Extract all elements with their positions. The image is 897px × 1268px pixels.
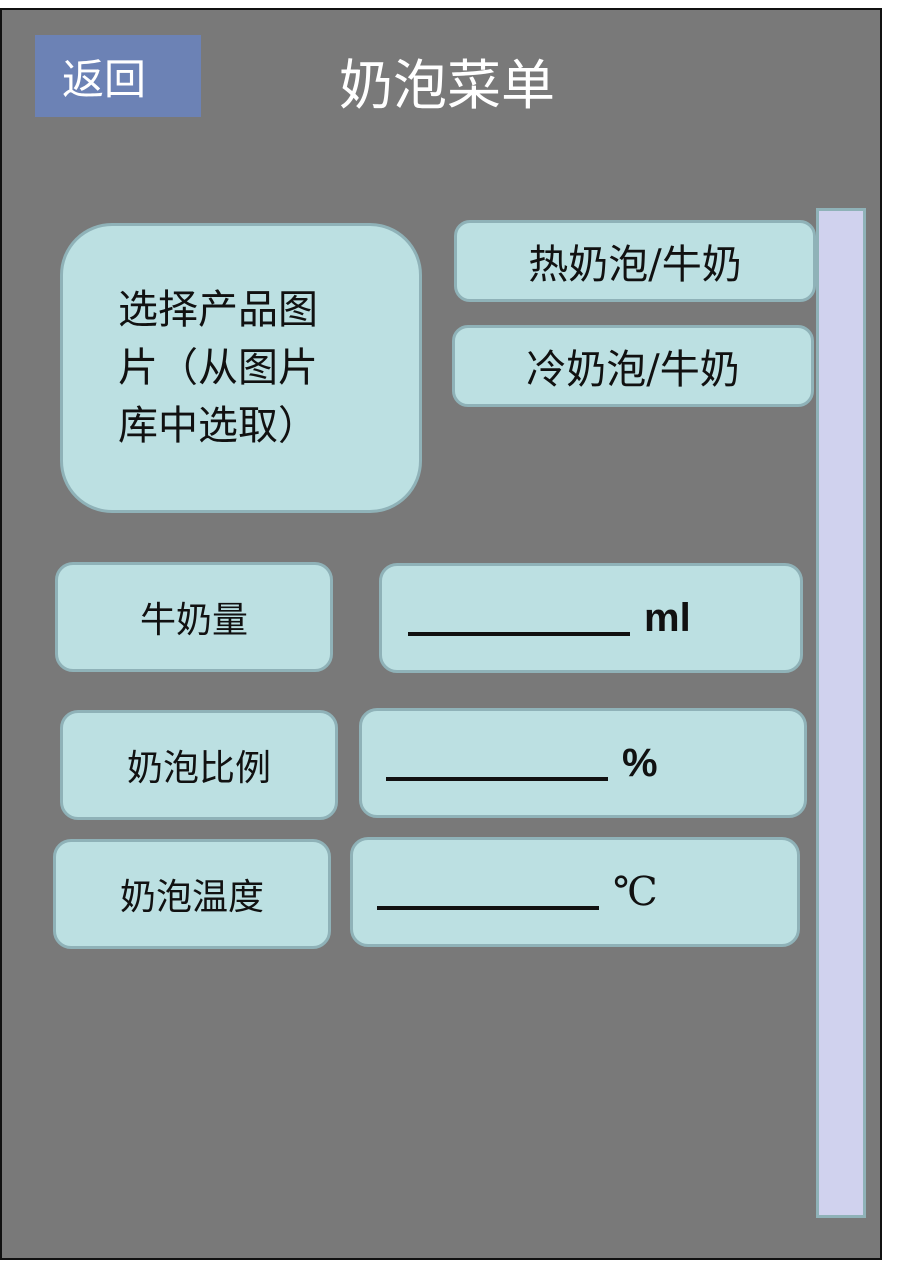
foam-ratio-unit: %	[622, 740, 658, 785]
milk-foam-menu-screen: 返回 奶泡菜单 选择产品图 片（从图片 库中选取） 热奶泡/牛奶 冷奶泡/牛奶 …	[0, 8, 882, 1260]
foam-temperature-unit: ℃	[613, 869, 658, 915]
cold-foam-milk-button[interactable]: 冷奶泡/牛奶	[452, 325, 814, 407]
milk-amount-unit: ml	[644, 595, 691, 640]
page-title: 奶泡菜单	[339, 53, 555, 117]
select-product-image-button[interactable]: 选择产品图 片（从图片 库中选取）	[60, 223, 422, 513]
foam-temperature-input[interactable]	[377, 874, 599, 910]
foam-ratio-input[interactable]	[386, 745, 608, 781]
back-button[interactable]: 返回	[35, 35, 201, 117]
foam-ratio-label: 奶泡比例	[60, 710, 338, 820]
foam-ratio-field[interactable]: %	[359, 708, 807, 818]
milk-amount-field[interactable]: ml	[379, 563, 803, 673]
milk-amount-label: 牛奶量	[55, 562, 333, 672]
vertical-scrollbar[interactable]	[816, 208, 866, 1218]
milk-amount-input[interactable]	[408, 600, 630, 636]
product-picker-line-3: 库中选取）	[118, 403, 318, 449]
product-picker-line-1: 选择产品图	[118, 287, 318, 333]
product-picker-line-2: 片（从图片	[118, 345, 318, 391]
foam-temperature-label: 奶泡温度	[53, 839, 331, 949]
hot-foam-milk-button[interactable]: 热奶泡/牛奶	[454, 220, 816, 302]
foam-temperature-field[interactable]: ℃	[350, 837, 800, 947]
